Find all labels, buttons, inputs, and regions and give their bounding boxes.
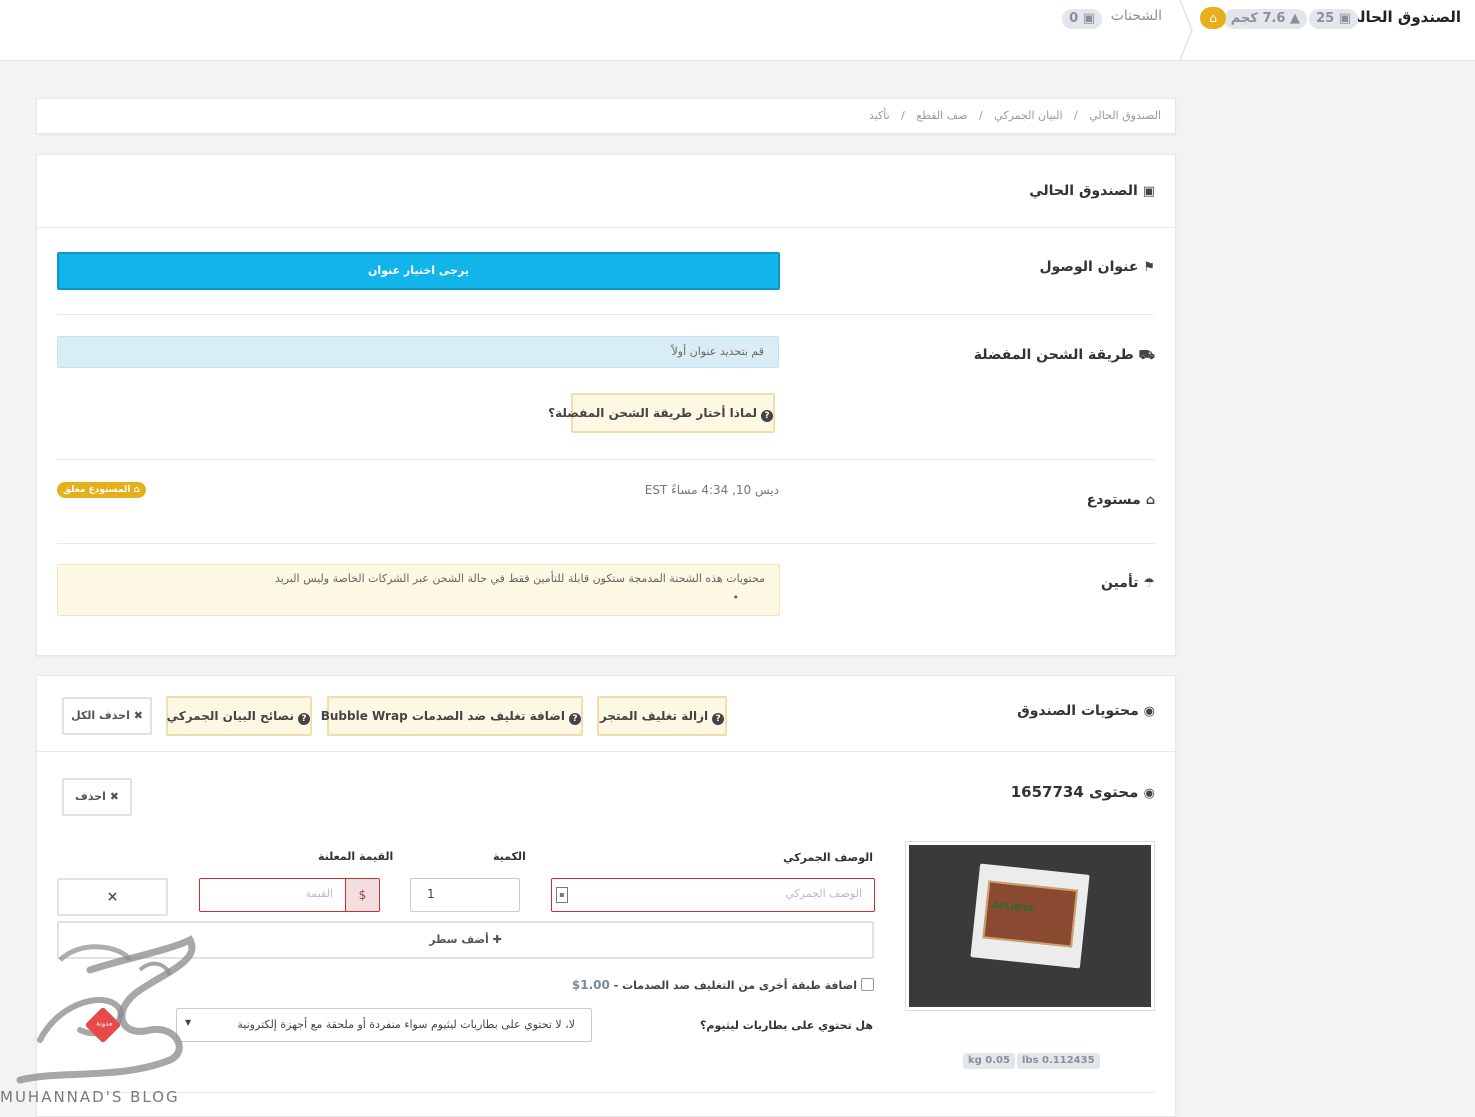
watermark-logo: مدونة MUHANNAD'S BLOG — [0, 930, 210, 1106]
box-icon: ▣ — [1142, 184, 1155, 199]
watermark-brand: MUHANNAD'S BLOG — [0, 1088, 180, 1106]
question-icon: ? — [712, 713, 725, 725]
quantity-input[interactable]: 1 — [410, 878, 520, 912]
breadcrumb-item[interactable]: تأكيد — [869, 109, 890, 122]
box-icon: ▣ — [1338, 11, 1351, 26]
weight-kg-badge: kg 0.05 — [963, 1053, 1015, 1069]
shipping-method-info: قم بتحديد عنوان أولاً — [57, 336, 779, 368]
current-box-panel: ▣ الصندوق الحالي ⚑ عنوان الوصول يرجى اخت… — [36, 154, 1176, 656]
close-icon: × — [106, 889, 119, 905]
warehouse-icon: ⌂ — [133, 485, 140, 495]
packet-shape: AFLINTA — [970, 863, 1090, 969]
breadcrumb: الصندوق الحالي / البيان الجمركي / صف الق… — [36, 98, 1176, 134]
currency-addon: $ — [345, 879, 379, 911]
delete-all-button[interactable]: ✖ احذف الكل — [62, 697, 152, 735]
plus-icon: ✚ — [492, 933, 502, 946]
cube-icon: ◉ — [1143, 786, 1155, 801]
customs-desc-label: الوصف الجمركي — [783, 851, 873, 864]
item-title: ◉ محتوى 1657734 — [1010, 783, 1155, 801]
warehouse-closed-badge: ⌂ المستودع مغلق — [57, 482, 146, 498]
warehouse-status-icon[interactable]: ⌂ — [1200, 7, 1226, 29]
weight-icon: ▲ — [1290, 11, 1300, 26]
question-icon: ? — [761, 410, 773, 422]
warehouse-icon: ⌂ — [1145, 493, 1155, 508]
shipping-method-label: ⛟ طريقة الشحن المفضلة — [973, 347, 1155, 363]
extra-bubble-checkbox[interactable] — [861, 978, 874, 991]
top-bar: الصندوق الحالي ▣ 25 ▲ 7.6 كجم ⌂ الشحنات … — [0, 0, 1475, 61]
close-icon: ✖ — [109, 790, 119, 803]
question-icon: ? — [569, 713, 581, 725]
declared-value-label: القيمة المعلنة — [318, 850, 394, 863]
remove-row-button[interactable]: × — [57, 878, 168, 916]
lithium-label: هل تحتوي على بطاريات ليثيوم؟ — [700, 1019, 873, 1032]
topbar-divider — [1179, 0, 1193, 60]
insurance-label: ☂ تأمين — [1100, 575, 1155, 591]
box-contents-title: ◉ محتويات الصندوق — [1017, 703, 1155, 719]
why-shipping-method-button[interactable]: ?لماذا أختار طريقة الشحن المفضلة؟ — [548, 393, 775, 433]
add-bubble-wrap-button[interactable]: ?اضافة تغليف ضد الصدمات Bubble Wrap — [321, 696, 583, 736]
breadcrumb-item[interactable]: البيان الجمركي — [994, 109, 1062, 122]
quantity-label: الكمية — [493, 850, 526, 863]
tag-icon: ▪ — [556, 887, 568, 903]
weight-lbs-badge: lbs 0.112435 — [1017, 1053, 1100, 1069]
question-icon: ? — [298, 713, 310, 725]
extra-bubble-price: 1.00$ — [571, 978, 610, 992]
remove-store-packaging-button[interactable]: ?ازالة تغليف المتجر — [597, 696, 727, 736]
box-icon: ▣ — [1082, 11, 1095, 26]
shipments-count-badge: ▣ 0 — [1062, 9, 1102, 29]
arrival-address-label: ⚑ عنوان الوصول — [1039, 259, 1156, 275]
customs-tips-button[interactable]: ?نصائح البيان الجمركي — [166, 696, 312, 736]
choose-address-button[interactable]: يرجى اختيار عنوان — [57, 252, 780, 290]
insurance-note: محتويات هذه الشحنة المدمجة ستكون قابلة ل… — [57, 564, 780, 616]
current-box-title[interactable]: الصندوق الحالي — [1345, 8, 1461, 26]
item-image[interactable]: AFLINTA — [905, 841, 1155, 1011]
cube-icon: ◉ — [1143, 704, 1155, 719]
umbrella-icon: ☂ — [1143, 576, 1155, 591]
warehouse-label: ⌂ مستودع — [1086, 492, 1155, 508]
extra-bubble-label[interactable]: اضافة طبقة أخرى من التغليف ضد الصدمات - … — [572, 978, 857, 992]
lithium-select[interactable]: لا، لا تحتوي على بطاريات ليثيوم سواء منف… — [176, 1008, 592, 1042]
warehouse-time: ديس 10, 4:34 مساءً EST — [644, 483, 779, 497]
breadcrumb-item[interactable]: صف القطع — [916, 109, 967, 122]
signpost-icon: ⚑ — [1143, 260, 1155, 275]
breadcrumb-item[interactable]: الصندوق الحالي — [1089, 109, 1161, 122]
declared-value-field[interactable]: $ القيمة — [199, 878, 380, 912]
truck-icon: ⛟ — [1138, 348, 1155, 363]
weight-badge: ▲ 7.6 كجم — [1223, 9, 1307, 29]
shipments-link[interactable]: الشحنات — [1111, 8, 1162, 24]
delete-item-button[interactable]: ✖ احذف — [62, 778, 132, 816]
panel-title: ▣ الصندوق الحالي — [1029, 183, 1155, 199]
close-icon: ✖ — [133, 709, 143, 722]
customs-desc-field[interactable]: ▪ الوصف الجمركي — [551, 878, 875, 912]
items-count-badge: ▣ 25 — [1309, 9, 1358, 29]
